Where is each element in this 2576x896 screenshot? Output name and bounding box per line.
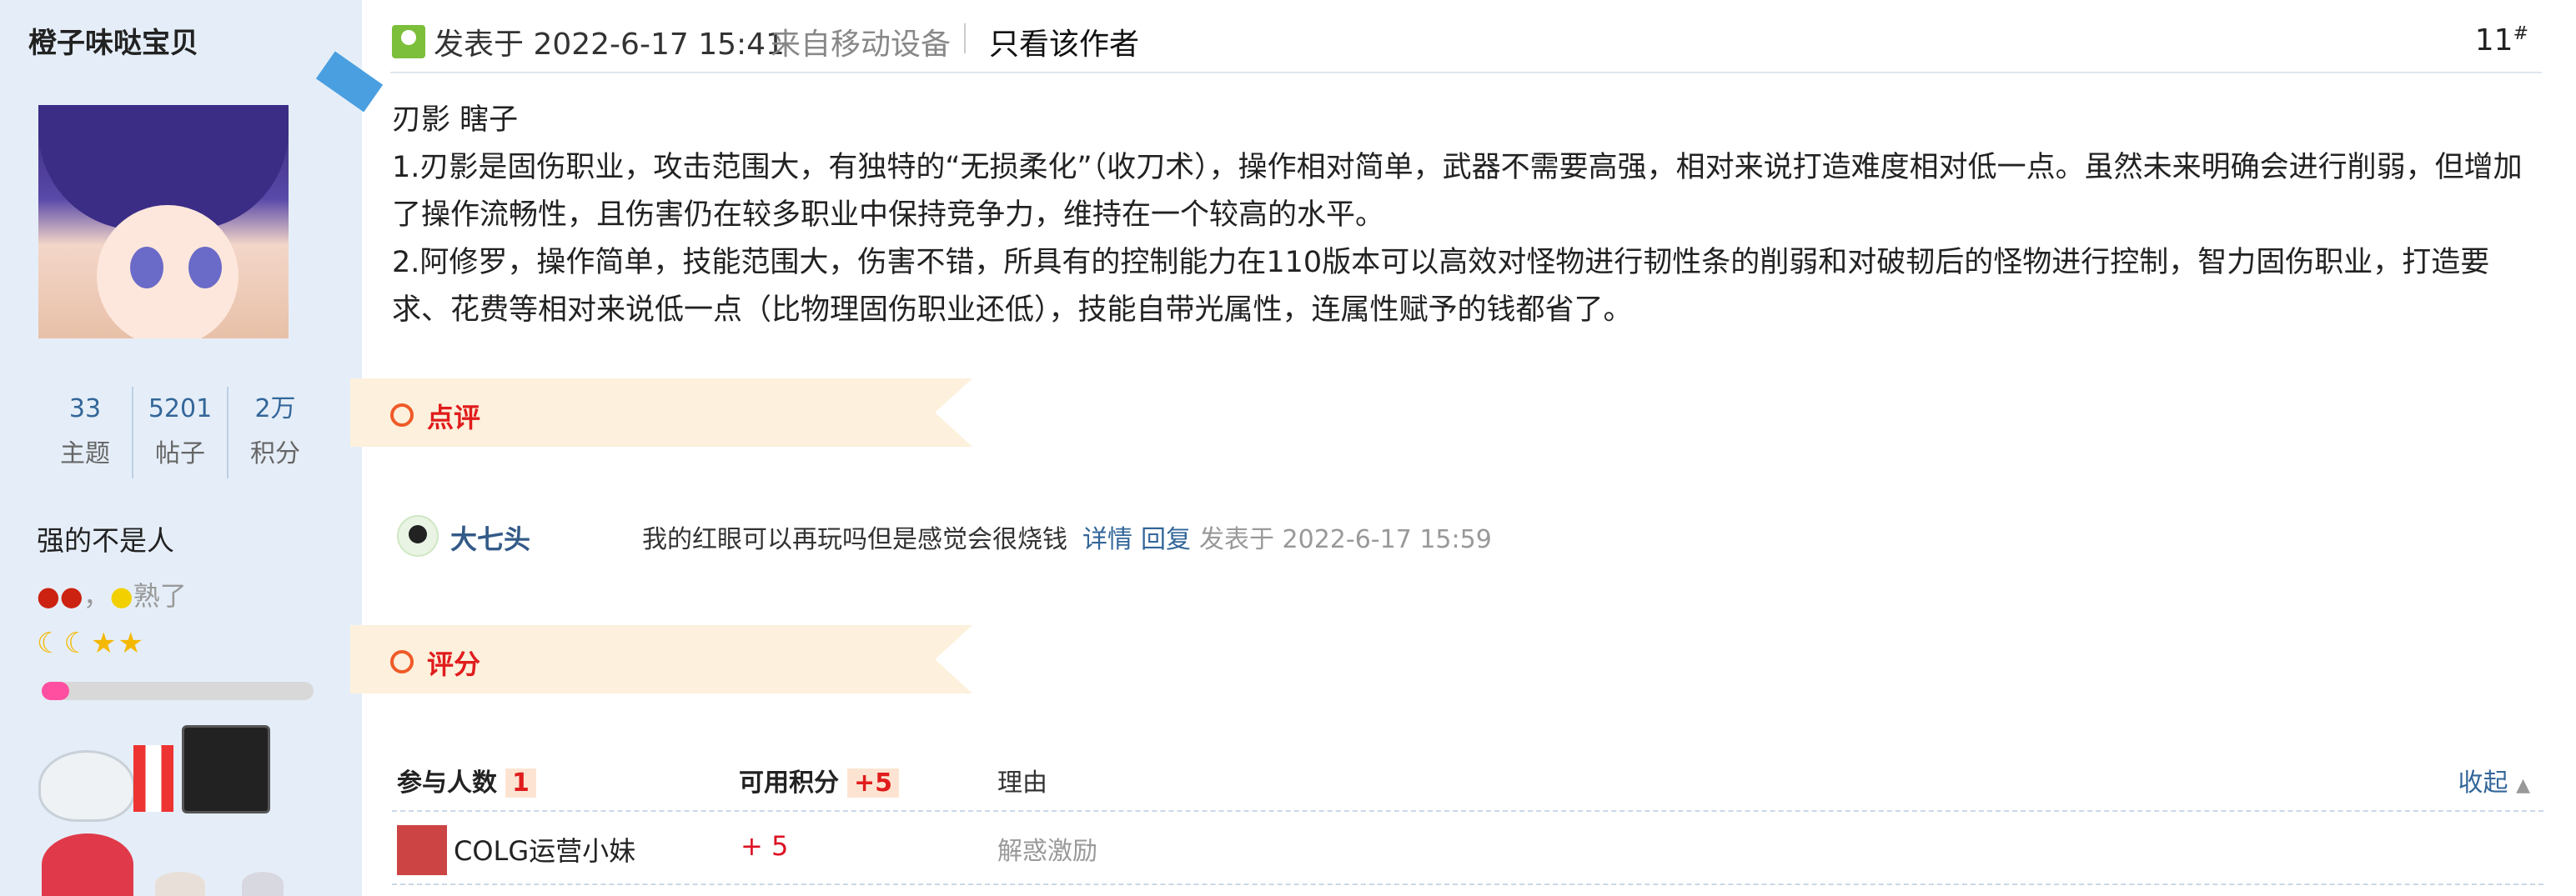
stat-label: 主题 bbox=[60, 439, 110, 468]
cherry-icon: ●● bbox=[37, 580, 83, 612]
commenter-avatar-icon[interactable] bbox=[397, 515, 439, 557]
post-header: 发表于 2022-6-17 15:41 来自移动设备 只看该作者 11# bbox=[390, 0, 2542, 73]
user-honor: ●●，●熟了 bbox=[37, 580, 187, 612]
header-divider bbox=[964, 23, 966, 53]
table-row: COLG运营小妹 + 5 解惑激励 bbox=[392, 812, 2543, 885]
stat-label: 帖子 bbox=[155, 439, 205, 468]
moon-icon: ☾ bbox=[63, 627, 91, 660]
post-user-icon bbox=[392, 25, 425, 58]
ribbon-medal-icon[interactable] bbox=[133, 745, 173, 812]
user-title: 强的不是人 bbox=[37, 524, 174, 557]
post-device: 来自移动设备 bbox=[771, 28, 952, 62]
username[interactable]: 橙子味哒宝贝 bbox=[28, 20, 198, 61]
rater-name[interactable]: COLG运营小妹 bbox=[454, 830, 635, 868]
stat-value: 5201 bbox=[148, 394, 213, 423]
level-progress-fill bbox=[42, 682, 69, 700]
character-medal-icon[interactable] bbox=[242, 872, 284, 896]
comment-row: 大七头 我的红眼可以再玩吗但是感觉会很烧钱 详情 回复 发表于 2022-6-1… bbox=[397, 512, 2398, 558]
circle-icon bbox=[390, 650, 414, 673]
stat-points[interactable]: 2万 积分 bbox=[228, 387, 322, 478]
moon-icon: ☾ bbox=[37, 627, 64, 660]
flag-medal-icon[interactable] bbox=[182, 725, 270, 813]
reason-header: 理由 bbox=[997, 768, 1047, 798]
rater-reason: 解惑激励 bbox=[997, 837, 1097, 866]
comment-detail-link[interactable]: 详情 bbox=[1082, 518, 1132, 555]
star-icon: ★ bbox=[118, 627, 145, 660]
post-paragraph: 刃影 瞎子 bbox=[392, 103, 519, 137]
rater-score: + 5 bbox=[741, 830, 789, 862]
user-stats: 33 主题 5201 帖子 2万 积分 bbox=[38, 387, 322, 478]
caret-up-icon: ▲ bbox=[2516, 775, 2530, 796]
comment-text: 我的红眼可以再玩吗但是感觉会很烧钱 bbox=[642, 525, 1067, 554]
rating-table: 参与人数 1 可用积分 +5 理由 收起 ▲ COLG运营小妹 + 5 解惑激励 bbox=[392, 750, 2543, 885]
level-progress-bar bbox=[42, 682, 314, 700]
collapse-label: 收起 bbox=[2458, 768, 2508, 798]
rater-avatar[interactable] bbox=[397, 825, 447, 875]
star-icon: ★ bbox=[90, 627, 118, 660]
circle-icon bbox=[390, 403, 414, 427]
rating-section-label: 评分 bbox=[427, 648, 481, 680]
rating-section-banner: 评分 bbox=[350, 625, 972, 693]
points-total: +5 bbox=[847, 768, 900, 798]
character-medal-icon[interactable] bbox=[155, 872, 205, 896]
participants-count: 1 bbox=[505, 768, 536, 798]
user-sidebar: 橙子味哒宝贝 33 主题 5201 帖子 2万 积分 强的不是人 ●●，●熟了 … bbox=[0, 0, 384, 896]
post-time: 发表于 2022-6-17 15:41 bbox=[434, 28, 785, 62]
commenter-name[interactable]: 大七头 bbox=[450, 518, 530, 557]
post-paragraph: 2.阿修罗，操作简单，技能范围大，伤害不错，所具有的控制能力在110版本可以高效… bbox=[392, 246, 2490, 327]
stat-posts[interactable]: 5201 帖子 bbox=[133, 387, 228, 478]
seal-medal-icon[interactable] bbox=[38, 750, 135, 822]
comment-time: 发表于 2022-6-17 15:59 bbox=[1199, 525, 1492, 554]
character-medal-icon[interactable] bbox=[42, 833, 133, 896]
stat-value: 2万 bbox=[254, 394, 296, 423]
participants-header: 参与人数 1 bbox=[397, 762, 536, 798]
post-content: 刃影 瞎子 1.刃影是固伤职业，攻击范围大，有独特的“无损柔化”（收刀术），操作… bbox=[392, 97, 2535, 334]
device-tag bbox=[315, 51, 384, 113]
collapse-button[interactable]: 收起 ▲ bbox=[2458, 762, 2530, 798]
comment-reply-link[interactable]: 回复 bbox=[1141, 518, 1191, 555]
honor-label: 熟了 bbox=[133, 580, 187, 612]
stat-threads[interactable]: 33 主题 bbox=[38, 387, 133, 478]
rating-table-header: 参与人数 1 可用积分 +5 理由 收起 ▲ bbox=[392, 750, 2543, 812]
stat-label: 积分 bbox=[250, 439, 300, 468]
lemon-icon: ● bbox=[109, 580, 133, 612]
avatar[interactable] bbox=[38, 105, 289, 338]
review-section-banner: 点评 bbox=[350, 378, 972, 447]
level-stars: ☾☾★★ bbox=[37, 627, 145, 660]
points-label: 可用积分 bbox=[739, 768, 839, 798]
review-section-label: 点评 bbox=[427, 402, 481, 433]
participants-label: 参与人数 bbox=[397, 768, 497, 798]
post-paragraph: 1.刃影是固伤职业，攻击范围大，有独特的“无损柔化”（收刀术），操作相对简单，武… bbox=[392, 151, 2523, 232]
only-author-link[interactable]: 只看该作者 bbox=[989, 20, 1139, 63]
floor-suffix: # bbox=[2513, 23, 2528, 44]
floor-number[interactable]: 11# bbox=[2475, 23, 2528, 58]
points-header: 可用积分 +5 bbox=[739, 762, 900, 798]
floor-value: 11 bbox=[2474, 23, 2513, 58]
stat-value: 33 bbox=[68, 394, 102, 423]
